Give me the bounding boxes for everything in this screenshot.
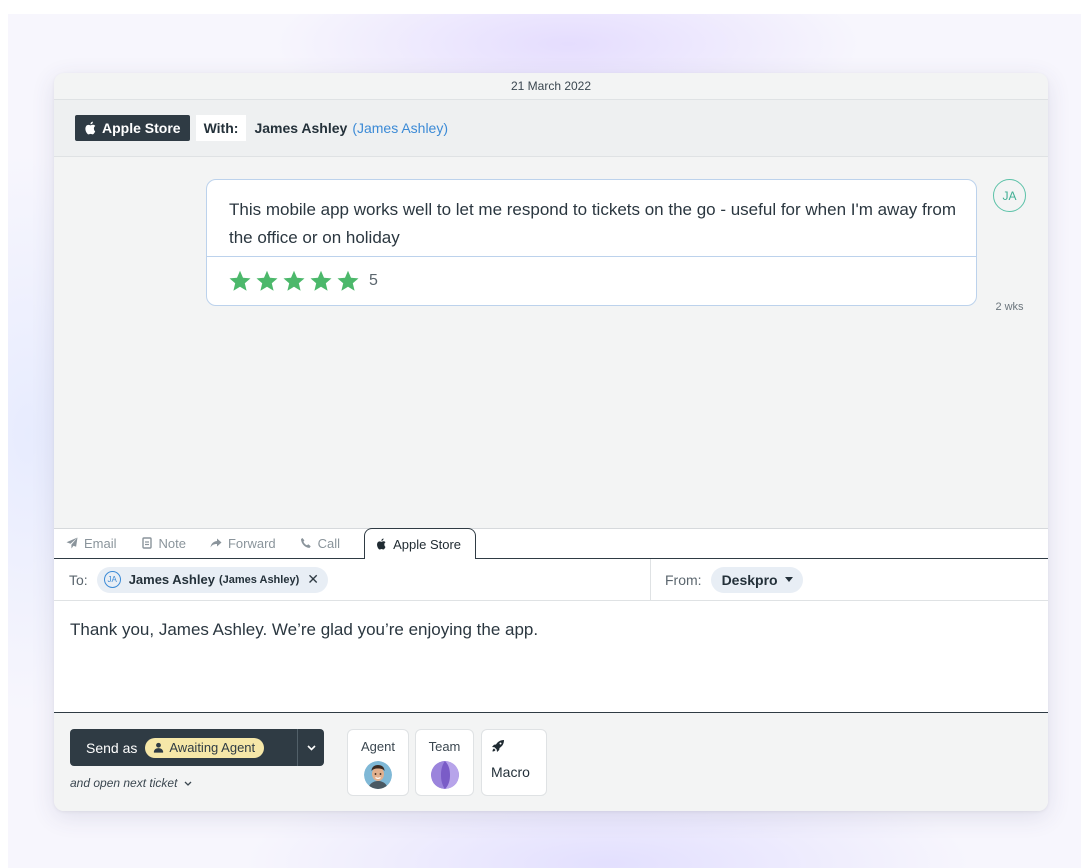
from-label: From: [665, 571, 702, 588]
remove-recipient-icon[interactable]: ✕ [307, 571, 319, 588]
star-icon [310, 270, 332, 291]
status-label: Awaiting Agent [169, 740, 256, 755]
star-icon [256, 270, 278, 291]
tab-forward[interactable]: Forward [210, 528, 285, 558]
tab-note-label: Note [158, 535, 186, 551]
forward-icon [210, 538, 222, 548]
recipient-chip[interactable]: JA James Ashley (James Ashley) ✕ [96, 566, 328, 593]
rating-value: 5 [369, 272, 378, 289]
conversation-date: 21 March 2022 [54, 73, 1048, 100]
open-next-ticket-toggle[interactable]: and open next ticket [70, 776, 192, 790]
send-options-button[interactable] [297, 729, 324, 766]
recipient-avatar: JA [103, 571, 121, 588]
team-avatar [430, 761, 459, 789]
star-icon [337, 270, 359, 291]
person-icon [154, 742, 164, 753]
rocket-icon [492, 740, 504, 752]
send-button[interactable]: Send as Awaiting Agent [70, 729, 297, 766]
caret-down-icon [784, 577, 793, 582]
channel-label: Apple Store [102, 120, 181, 136]
apple-icon [85, 121, 96, 135]
tab-call[interactable]: Call [300, 528, 349, 558]
send-icon [66, 537, 78, 549]
with-label: With: [195, 115, 247, 141]
tab-call-label: Call [317, 535, 341, 551]
message-age: 2 wks [995, 301, 1024, 313]
from-select[interactable]: Deskpro [710, 566, 803, 593]
status-badge[interactable]: Awaiting Agent [145, 737, 265, 758]
from-field: From: Deskpro [651, 559, 1048, 600]
phone-icon [300, 538, 311, 548]
customer-name[interactable]: James Ashley [254, 120, 347, 136]
conversation-header: Apple Store With: James Ashley (James As… [54, 100, 1048, 157]
to-label: To: [69, 571, 88, 588]
apple-icon [377, 538, 386, 550]
send-group: Send as Awaiting Agent [70, 729, 324, 766]
recipient-row: To: JA James Ashley (James Ashley) ✕ Fro… [54, 559, 1048, 601]
note-icon [141, 537, 152, 549]
tab-forward-label: Forward [227, 535, 276, 551]
tab-email-label: Email [84, 535, 117, 551]
star-icon [283, 270, 305, 291]
chevron-down-icon [306, 744, 316, 751]
reply-editor[interactable]: Thank you, James Ashley. We’re glad you’… [54, 601, 1048, 713]
conversation-area: This mobile app works well to let me res… [54, 157, 1048, 528]
composer-tabs: Email Note Forward Call Apple Store [54, 528, 1048, 559]
send-label: Send as [86, 739, 138, 756]
recipient-name: James Ashley [128, 572, 215, 587]
tab-apple-store[interactable]: Apple Store [364, 528, 477, 559]
agent-label: Agent [361, 739, 395, 754]
open-next-label: and open next ticket [70, 776, 178, 790]
recipient-alias: (James Ashley) [218, 573, 300, 586]
channel-badge: Apple Store [75, 115, 190, 141]
chevron-down-icon [184, 781, 192, 786]
from-value: Deskpro [721, 571, 778, 588]
ticket-window: 21 March 2022 Apple Store With: James As… [54, 73, 1048, 811]
star-icon [229, 270, 251, 291]
composer-footer: Send as Awaiting Agent and open next tic… [54, 713, 1048, 811]
author-avatar[interactable]: JA [993, 179, 1026, 212]
macro-button[interactable]: Macro [481, 729, 547, 796]
tab-email[interactable]: Email [66, 528, 126, 558]
customer-alias-link[interactable]: (James Ashley) [352, 120, 448, 136]
tab-note[interactable]: Note [141, 528, 195, 558]
message-text: This mobile app works well to let me res… [207, 180, 976, 257]
agent-assign-button[interactable]: Agent [347, 729, 409, 796]
rating: 5 [207, 257, 976, 305]
team-label: Team [428, 739, 461, 754]
macro-label: Macro [491, 764, 530, 780]
tab-apple-store-label: Apple Store [393, 536, 462, 552]
team-assign-button[interactable]: Team [415, 729, 474, 796]
to-field[interactable]: To: JA James Ashley (James Ashley) ✕ [54, 559, 651, 600]
message-bubble: This mobile app works well to let me res… [206, 179, 977, 306]
agent-avatar [364, 761, 392, 789]
